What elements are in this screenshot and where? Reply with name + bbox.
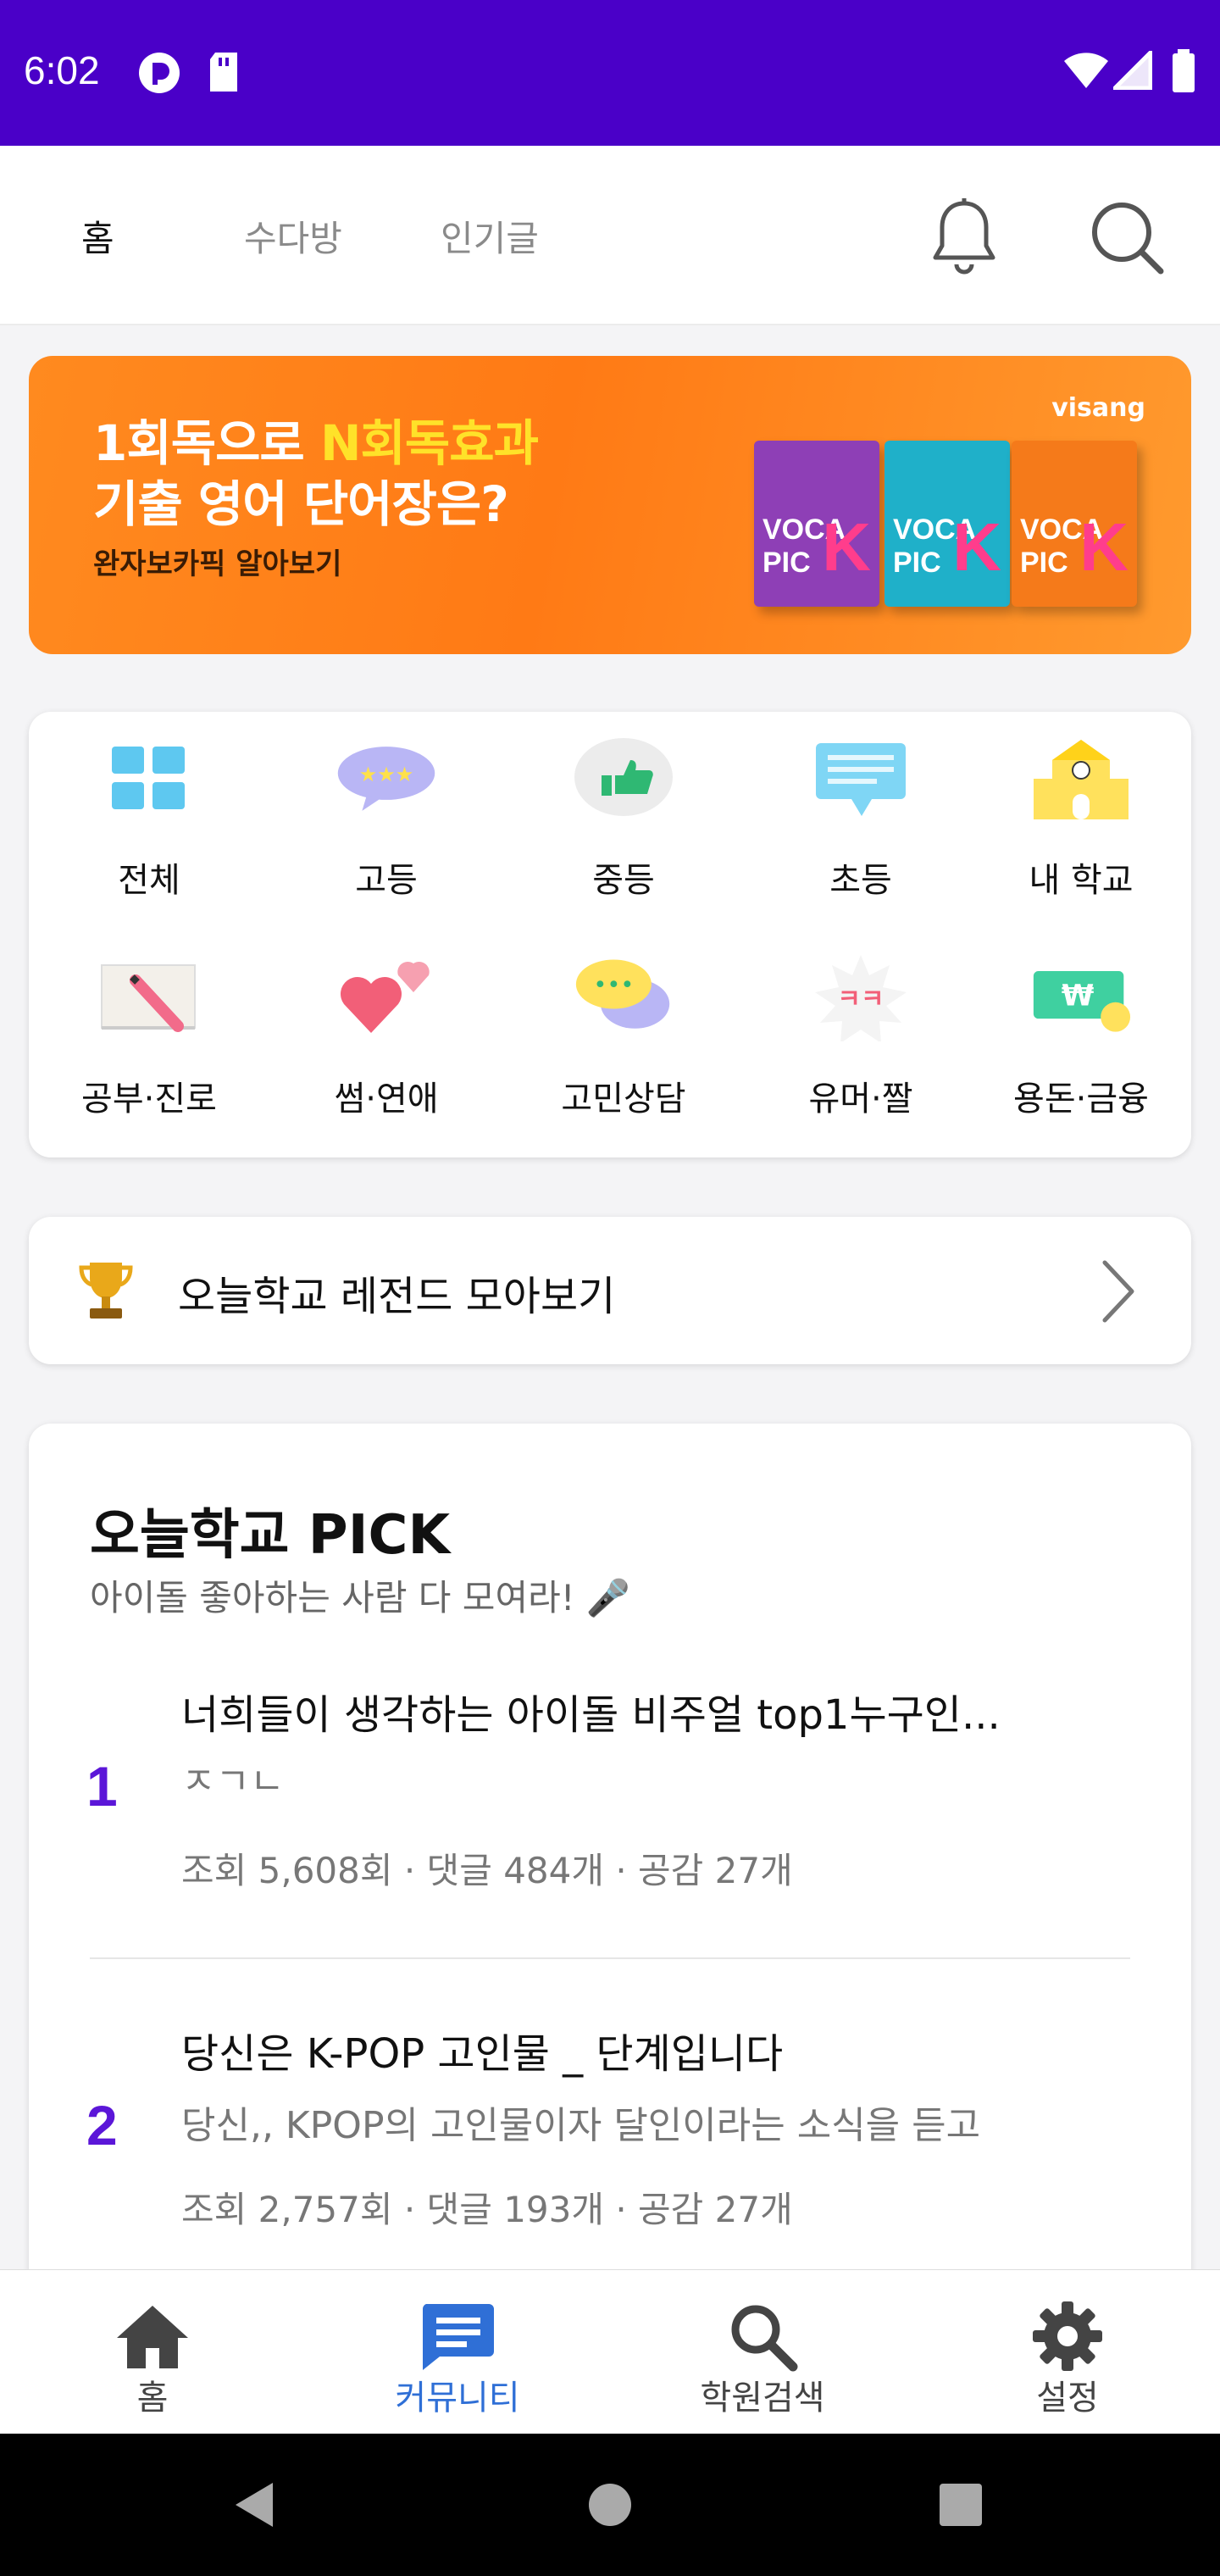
divider xyxy=(90,1957,1130,1959)
school-icon xyxy=(1030,732,1132,825)
nav-home[interactable]: 홈 xyxy=(0,2270,305,2434)
banner-brand-logo: visang xyxy=(1051,393,1145,423)
category-label: 썸·연애 xyxy=(334,1080,439,1119)
legend-collection-link[interactable]: 오늘학교 레전드 모아보기 xyxy=(29,1217,1191,1364)
laugh-burst-icon: ㅋㅋ xyxy=(810,951,912,1044)
message-icon xyxy=(810,732,912,825)
post-rank: 2 xyxy=(86,2094,118,2157)
community-icon xyxy=(419,2301,496,2372)
post-meta: 조회 2,757회 · 댓글 193개 · 공감 27개 xyxy=(181,2189,793,2230)
banner-cta: 완자보카픽 알아보기 xyxy=(93,547,342,581)
sd-card-icon xyxy=(210,53,237,92)
post-meta: 조회 5,608회 · 댓글 484개 · 공감 27개 xyxy=(181,1850,793,1891)
category-all[interactable]: 전체 xyxy=(39,712,259,915)
category-label: 고등 xyxy=(355,861,418,900)
post-title: 당신은 K-POP 고인물 _ 단계입니다 xyxy=(181,2030,784,2078)
nav-label: 학원검색 xyxy=(700,2379,825,2418)
book-cover-2: VOCA PIC K xyxy=(884,441,1010,607)
category-finance[interactable]: ₩ 용돈·금융 xyxy=(971,930,1191,1134)
search-icon[interactable] xyxy=(1084,195,1169,280)
legend-label: 오늘학교 레전드 모아보기 xyxy=(178,1273,616,1320)
app-notification-icon xyxy=(139,53,180,93)
svg-text:ㅋㅋ: ㅋㅋ xyxy=(837,985,884,1014)
nav-label: 설정 xyxy=(1036,2379,1099,2418)
pick-subtitle: 아이돌 좋아하는 사람 다 모여라! 🎤 xyxy=(90,1577,631,1618)
post-preview: ㅈㄱㄴ xyxy=(181,1760,285,1803)
grid-icon xyxy=(98,732,200,825)
post-title: 너희들이 생각하는 아이돌 비주얼 top1누구인... xyxy=(181,1691,1001,1739)
hearts-icon xyxy=(336,951,437,1044)
status-time: 6:02 xyxy=(24,48,100,92)
trophy-icon xyxy=(79,1263,133,1319)
category-label: 고민상담 xyxy=(561,1080,686,1119)
banner-highlight: N회독효과 xyxy=(320,414,539,472)
tab-popular[interactable]: 인기글 xyxy=(441,210,539,262)
post-rank: 1 xyxy=(86,1755,118,1818)
category-label: 용돈·금융 xyxy=(1013,1080,1149,1119)
back-icon[interactable] xyxy=(227,2478,281,2532)
category-counseling[interactable]: ••• 고민상담 xyxy=(513,930,734,1134)
category-humor[interactable]: ㅋㅋ 유머·짤 xyxy=(751,930,971,1134)
bell-icon[interactable] xyxy=(922,195,1006,280)
recents-icon[interactable] xyxy=(934,2478,988,2532)
nav-settings[interactable]: 설정 xyxy=(915,2270,1220,2434)
bottom-navigation: 홈 커뮤니티 학원검색 설정 xyxy=(0,2269,1220,2434)
system-navigation-bar xyxy=(0,2434,1220,2576)
money-icon: ₩ xyxy=(1030,951,1132,1044)
tab-home[interactable]: 홈 xyxy=(81,210,114,262)
category-high[interactable]: ★★★ 고등 xyxy=(276,712,496,915)
category-label: 공부·진로 xyxy=(81,1080,217,1119)
search-icon xyxy=(724,2301,801,2372)
nav-community[interactable]: 커뮤니티 xyxy=(305,2270,610,2434)
category-label: 내 학교 xyxy=(1029,861,1134,900)
category-label: 초등 xyxy=(829,861,892,900)
category-label: 전체 xyxy=(118,861,180,900)
book-cover-1: VOCA PIC K xyxy=(754,441,879,607)
wifi-icon xyxy=(1064,53,1108,88)
category-label: 중등 xyxy=(592,861,655,900)
category-elementary[interactable]: 초등 xyxy=(751,712,971,915)
category-label: 유머·짤 xyxy=(808,1080,913,1119)
nav-label: 커뮤니티 xyxy=(395,2379,520,2418)
svg-text:★★★: ★★★ xyxy=(359,763,414,786)
banner-headline-2: 기출 영어 단어장은? xyxy=(93,475,509,533)
chevron-right-icon xyxy=(1102,1260,1134,1323)
category-middle[interactable]: 중등 xyxy=(513,712,734,915)
svg-text:₩: ₩ xyxy=(1062,980,1094,1013)
home-circle-icon[interactable] xyxy=(583,2478,637,2532)
post-preview: 당신,, KPOP의 고인물이자 달인이라는 소식을 듣고 xyxy=(181,2104,981,2147)
status-bar: 6:02 xyxy=(0,0,1220,146)
gear-icon xyxy=(1029,2301,1106,2372)
svg-text:•••: ••• xyxy=(593,972,634,998)
nav-label: 홈 xyxy=(136,2379,169,2418)
chat-bubbles-icon: ••• xyxy=(573,951,674,1044)
home-icon xyxy=(114,2301,191,2372)
nav-academy-search[interactable]: 학원검색 xyxy=(610,2270,915,2434)
category-study-career[interactable]: 공부·진로 xyxy=(39,930,259,1134)
top-app-bar: 홈 수다방 인기글 xyxy=(0,146,1220,325)
notebook-pencil-icon xyxy=(98,951,200,1044)
battery-icon xyxy=(1173,49,1195,92)
book-cover-3: VOCA PIC K xyxy=(1012,441,1137,607)
pick-title: 오늘학교 PICK xyxy=(90,1504,451,1567)
stars-bubble-icon: ★★★ xyxy=(336,732,437,825)
category-grid: 전체 ★★★ 고등 중등 초등 내 학교 공부·진로 썸·연애 ••• 고민상담… xyxy=(29,712,1191,1158)
promo-banner[interactable]: 1회독으로 N회독효과 기출 영어 단어장은? 완자보카픽 알아보기 visan… xyxy=(29,356,1191,654)
tab-chat-room[interactable]: 수다방 xyxy=(244,210,342,262)
category-romance[interactable]: 썸·연애 xyxy=(276,930,496,1134)
signal-icon xyxy=(1113,51,1152,90)
category-my-school[interactable]: 내 학교 xyxy=(971,712,1191,915)
thumbs-up-icon xyxy=(573,732,674,825)
